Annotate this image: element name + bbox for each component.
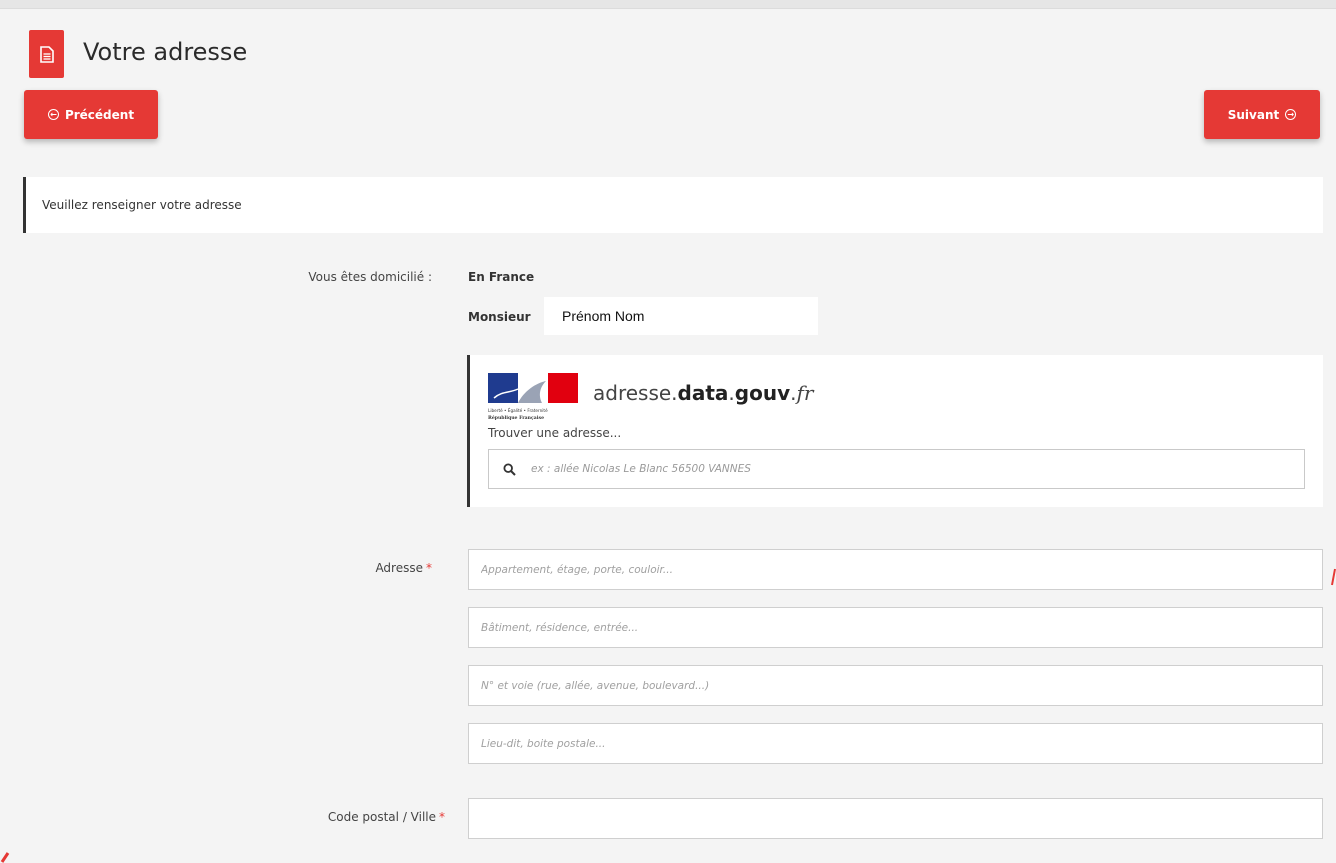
page-title: Votre adresse bbox=[83, 38, 248, 66]
postal-city-input[interactable] bbox=[468, 798, 1323, 839]
address-label: Adresse * bbox=[375, 561, 432, 575]
next-button[interactable]: Suivant → bbox=[1204, 90, 1320, 139]
corner-decoration bbox=[0, 852, 10, 863]
top-divider bbox=[0, 0, 1336, 9]
adresse-data-gouv-logo: adresse.data.gouv.fr bbox=[593, 381, 814, 405]
next-button-label: Suivant bbox=[1227, 107, 1280, 122]
residence-value: En France bbox=[468, 270, 535, 284]
search-icon bbox=[489, 462, 529, 476]
postal-label: Code postal / Ville * bbox=[327, 810, 445, 824]
marianne-motto: Liberté • Égalité • Fraternité bbox=[488, 408, 548, 413]
marianne-logo-icon: Liberté • Égalité • Fraternité Républiqu… bbox=[488, 373, 578, 421]
person-name: Prénom Nom bbox=[544, 297, 818, 335]
arrow-right-circle-icon: → bbox=[1285, 109, 1297, 120]
address-search-card: Liberté • Égalité • Fraternité Républiqu… bbox=[467, 355, 1323, 507]
info-message-box: Veuillez renseigner votre adresse bbox=[23, 177, 1323, 233]
required-asterisk: * bbox=[426, 561, 432, 575]
residence-label: Vous êtes domicilié : bbox=[308, 270, 432, 284]
previous-button-label: Précédent bbox=[64, 107, 135, 122]
edge-decoration bbox=[1331, 568, 1336, 586]
info-message: Veuillez renseigner votre adresse bbox=[42, 198, 242, 212]
civility-value: Monsieur bbox=[468, 310, 531, 324]
address-line3-input[interactable] bbox=[468, 665, 1323, 706]
address-search-input[interactable] bbox=[529, 449, 1304, 489]
required-asterisk: * bbox=[439, 810, 445, 824]
arrow-left-circle-icon: ← bbox=[47, 109, 59, 120]
marianne-name: République Française bbox=[488, 414, 544, 421]
address-search-prompt: Trouver une adresse... bbox=[488, 426, 622, 440]
document-icon bbox=[29, 30, 64, 78]
address-line1-input[interactable] bbox=[468, 549, 1323, 590]
previous-button[interactable]: ← Précédent bbox=[24, 90, 158, 139]
address-line4-input[interactable] bbox=[468, 723, 1323, 764]
address-line2-input[interactable] bbox=[468, 607, 1323, 648]
address-search-box[interactable] bbox=[488, 449, 1305, 489]
